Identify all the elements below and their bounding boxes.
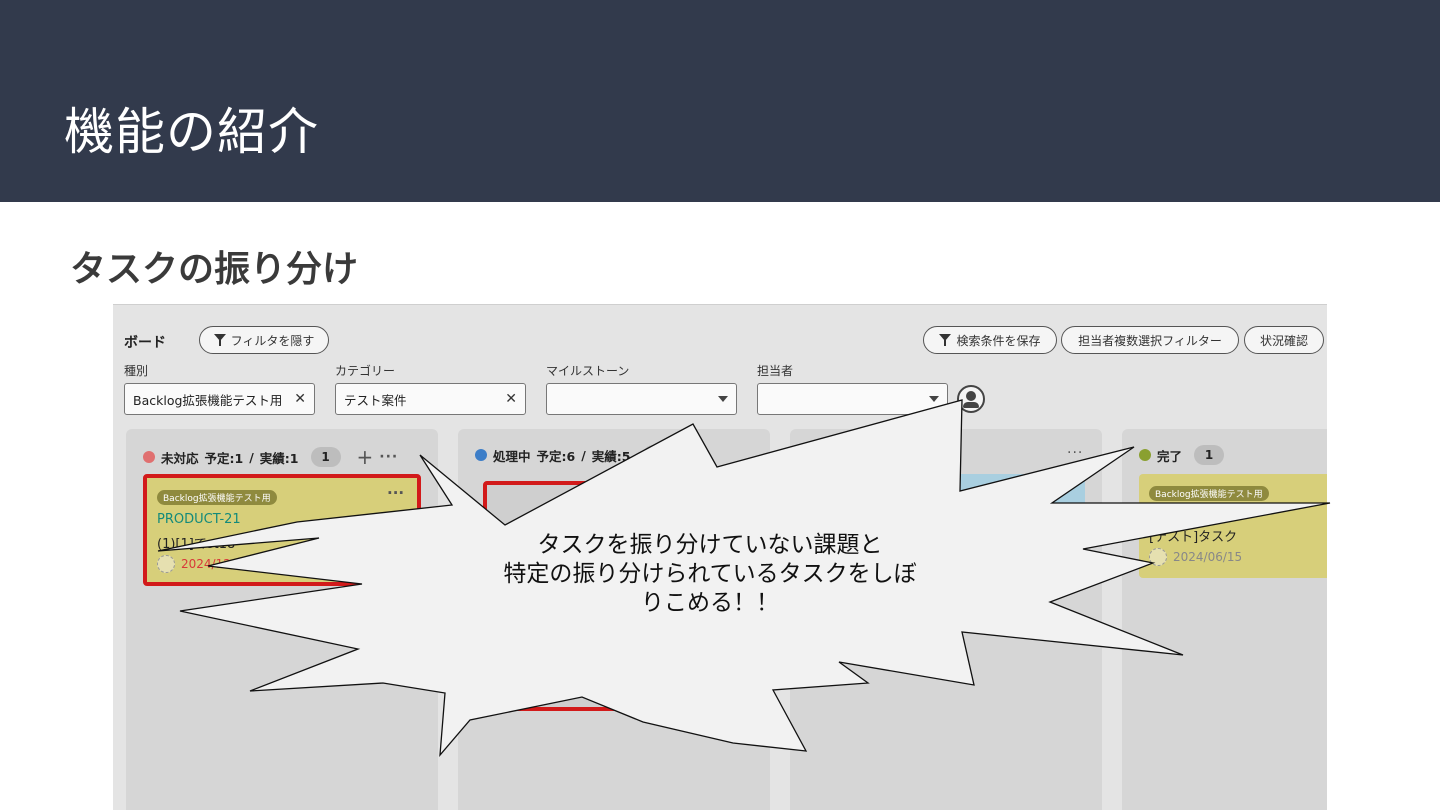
column-count: 1 [1194, 445, 1225, 465]
add-task-icon[interactable]: + [357, 445, 374, 469]
status-check-button[interactable]: 状況確認 [1244, 326, 1324, 354]
column-count [642, 445, 673, 465]
column-actual: 実績:5 [591, 448, 631, 464]
clear-category-icon[interactable]: ✕ [505, 391, 517, 407]
section-title: タスクの振り分け [70, 249, 359, 290]
column-name: 処理中 [493, 448, 531, 464]
column-separator: / [249, 449, 254, 465]
status-dot-icon [807, 445, 819, 457]
assignee-filter-select[interactable] [757, 383, 948, 415]
column-header: 完了 1 [1139, 445, 1225, 465]
task-card[interactable]: Backlog拡張機能テスト用 ··· PRODUCT-21 (1)[1]てst… [143, 474, 421, 586]
type-tag: Backlog拡張機能テスト用 [157, 490, 277, 505]
card-menu-icon[interactable]: ··· [387, 484, 404, 502]
callout-line-1: タスクを振り分けていない課題と [537, 532, 883, 558]
column-name: 完了 [1157, 448, 1183, 464]
column-header [807, 445, 825, 457]
column-plan: 予定:6 [536, 448, 576, 464]
callout-line-2: 特定の振り分けられているタスクをしぼ [503, 561, 917, 587]
due-date-value: 2024/12/25 [181, 557, 251, 571]
clear-type-icon[interactable]: ✕ [294, 391, 306, 407]
assignee-user-icon[interactable] [957, 385, 985, 413]
save-search-button[interactable]: 検索条件を保存 [923, 326, 1057, 354]
more-options-icon[interactable]: ··· [379, 449, 398, 465]
filter-plus-icon [939, 334, 952, 346]
avatar [157, 555, 175, 573]
fire-icon: 🔥 [256, 556, 273, 572]
more-options-icon[interactable]: ··· [1067, 445, 1083, 461]
chevron-down-icon [718, 396, 728, 402]
column-plan: 予定:1 [204, 450, 244, 466]
column-name: 未対応 [161, 450, 199, 466]
type-filter-label: 種別 [124, 364, 149, 378]
task-summary: (1)[1]てst18 [157, 537, 236, 552]
column-header: 処理中 予定:6 / 実績:5 [475, 445, 673, 465]
column-separator: / [581, 447, 586, 463]
hide-filter-label: フィルタを隠す [230, 333, 315, 348]
column-unhandled: 未対応 予定:1 / 実績:1 1 + ··· Backlog拡張機能テスト用 … [126, 429, 438, 810]
due-date: 2024/06/15 [1149, 548, 1242, 566]
save-search-label: 検索条件を保存 [956, 333, 1041, 348]
milestone-filter-label: マイルストーン [546, 364, 630, 378]
due-date-value: 2024/06/15 [1173, 550, 1243, 564]
task-card[interactable]: Backlog拡張機能テスト用 [テスト]タスク 2024/06/15 [1139, 474, 1327, 578]
assignee-filter-label: 担当者 [757, 364, 794, 378]
board-title: ボード [124, 335, 166, 351]
chevron-down-icon [929, 396, 939, 402]
slide-title: 機能の紹介 [64, 103, 319, 161]
hide-filter-button[interactable]: フィルタを隠す [199, 326, 329, 354]
column-actual: 実績:1 [259, 450, 299, 466]
type-tag: Backlog拡張機能テスト用 [1149, 486, 1269, 501]
avatar [1149, 548, 1167, 566]
status-dot-icon [143, 451, 155, 463]
column-in-progress: 処理中 予定:6 / 実績:5 [458, 429, 770, 810]
milestone-filter-select[interactable] [546, 383, 737, 415]
column-count: 1 [310, 447, 341, 467]
slide-header: 機能の紹介 [0, 0, 1440, 202]
status-chip [717, 675, 747, 689]
status-dot-icon [475, 449, 487, 461]
task-summary: [テスト]タスク [1149, 530, 1238, 545]
category-filter-value: テスト案件 [344, 392, 407, 408]
type-filter-value: Backlog拡張機能テスト用 [133, 392, 283, 408]
task-key[interactable]: PRODUCT-21 [157, 512, 241, 527]
category-filter-select[interactable]: テスト案件 ✕ [335, 383, 526, 415]
task-card[interactable] [807, 474, 1085, 534]
callout-line-3: りこめる！！ [641, 590, 779, 616]
due-date: 2024/12/25 🔥 [157, 555, 272, 573]
callout-text: タスクを振り分けていない課題と 特定の振り分けられているタスクをしぼ りこめる！… [460, 531, 960, 618]
column-processed: ··· [790, 429, 1102, 810]
column-header: 未対応 予定:1 / 実績:1 1 + ··· [143, 445, 398, 469]
multi-assignee-filter-button[interactable]: 担当者複数選択フィルター [1061, 326, 1239, 354]
column-done: 完了 1 Backlog拡張機能テスト用 [テスト]タスク 2024/06/15 [1122, 429, 1327, 810]
filter-icon [213, 334, 226, 346]
status-dot-icon [1139, 449, 1151, 461]
category-filter-label: カテゴリー [335, 364, 396, 378]
type-filter-select[interactable]: Backlog拡張機能テスト用 ✕ [124, 383, 315, 415]
